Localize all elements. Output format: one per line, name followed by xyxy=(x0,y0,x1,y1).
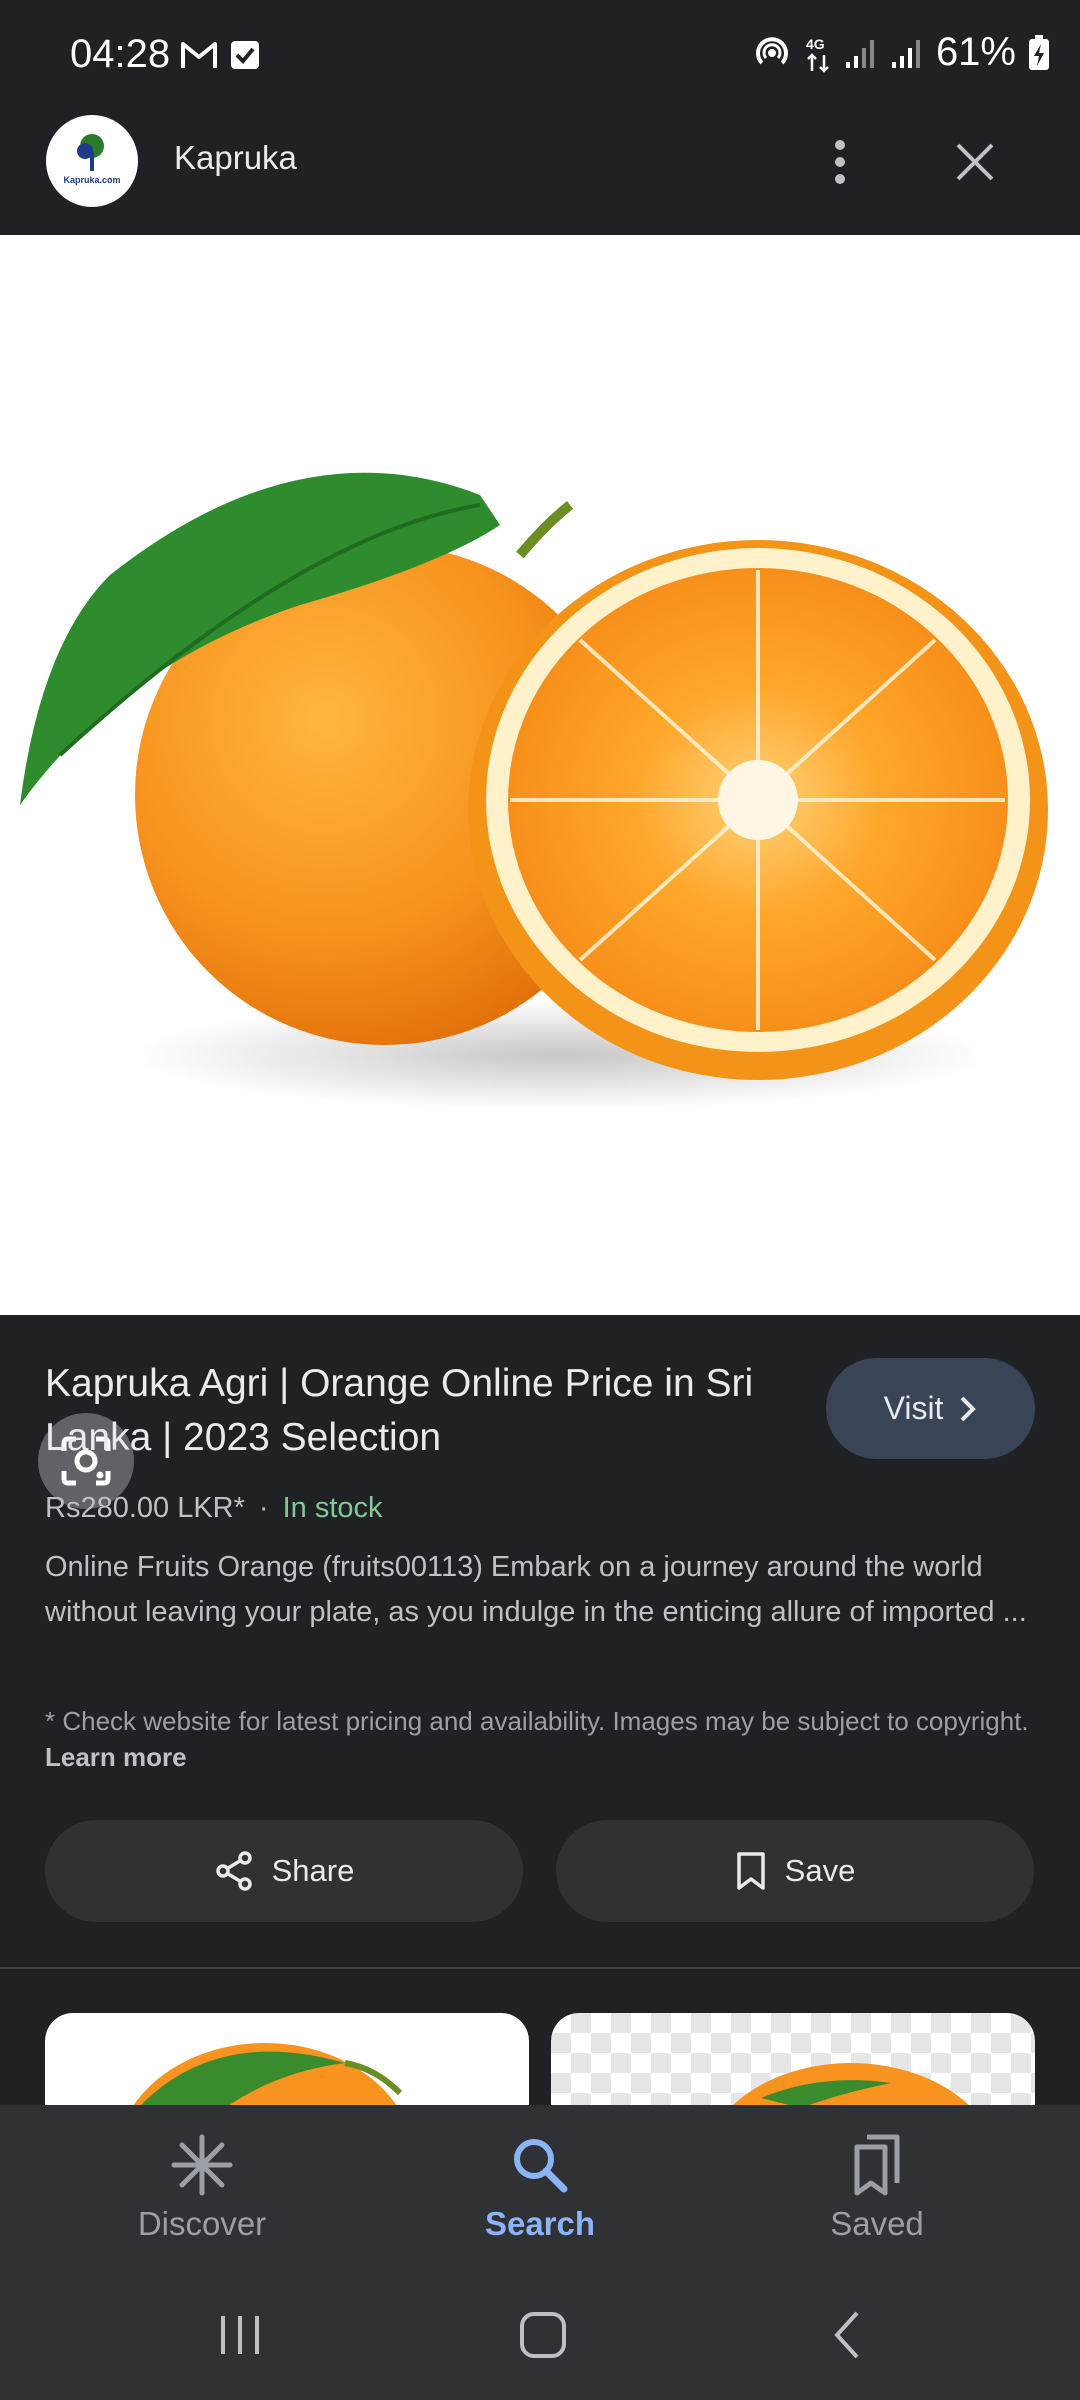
share-label: Share xyxy=(271,1853,355,1888)
visit-button[interactable]: Visit xyxy=(826,1358,1035,1459)
nav-search[interactable]: Search xyxy=(390,2105,690,2265)
pricing-note: * Check website for latest pricing and a… xyxy=(45,1703,1045,1775)
bottom-navigation: Discover Search Saved xyxy=(0,2105,1080,2265)
section-divider xyxy=(0,1967,1080,1969)
price: Rs280.00 LKR* xyxy=(45,1492,245,1524)
hotspot-icon xyxy=(755,36,788,64)
more-vert-icon xyxy=(835,140,845,184)
recent-apps-button[interactable] xyxy=(210,2305,270,2365)
learn-more-link[interactable]: Learn more xyxy=(45,1742,187,1772)
save-button[interactable]: Save xyxy=(556,1820,1034,1922)
status-bar: 04:28 4G 61% xyxy=(0,0,1080,90)
more-options-button[interactable] xyxy=(810,132,870,192)
site-logo-avatar[interactable]: Kapruka.com xyxy=(46,115,138,207)
svg-text:4G: 4G xyxy=(806,36,825,52)
status-right-icons: 4G 61% xyxy=(752,30,1050,75)
notification-icons xyxy=(180,40,260,70)
chevron-right-icon xyxy=(961,1396,977,1421)
recent-apps-icon xyxy=(221,2316,259,2354)
back-button[interactable] xyxy=(817,2305,877,2365)
back-icon xyxy=(834,2311,859,2359)
gmail-icon xyxy=(181,42,217,68)
home-icon xyxy=(520,2312,566,2358)
save-label: Save xyxy=(784,1853,856,1888)
svg-text:Kapruka.com: Kapruka.com xyxy=(63,175,120,185)
product-description: Online Fruits Orange (fruits00113) Embar… xyxy=(45,1551,1027,1628)
signal-strength-icon-1 xyxy=(845,39,874,68)
kapruka-logo-icon: Kapruka.com xyxy=(63,134,121,185)
system-navigation-bar xyxy=(0,2265,1080,2400)
nav-saved-label: Saved xyxy=(830,2205,924,2242)
product-title[interactable]: Kapruka Agri | Orange Online Price in Sr… xyxy=(45,1357,805,1465)
search-icon xyxy=(514,2139,568,2193)
saved-bookmarks-icon xyxy=(854,2134,900,2196)
close-icon xyxy=(956,143,994,181)
stock-status: In stock xyxy=(282,1492,383,1524)
price-row: Rs280.00 LKR* · In stock xyxy=(45,1492,383,1525)
product-image[interactable] xyxy=(0,235,1080,1509)
nav-discover-label: Discover xyxy=(137,2205,267,2242)
separator-dot: · xyxy=(258,1492,269,1524)
battery-percent: 61% xyxy=(935,30,1016,74)
visit-label: Visit xyxy=(883,1390,944,1426)
app-bar: Kapruka.com Kapruka xyxy=(0,90,1080,235)
signal-strength-icon-2 xyxy=(891,39,920,68)
network-4g-icon: 4G xyxy=(806,36,829,73)
pricing-note-text: * Check website for latest pricing and a… xyxy=(45,1706,1029,1736)
home-button[interactable] xyxy=(513,2305,573,2365)
nav-saved[interactable]: Saved xyxy=(727,2105,1027,2265)
battery-charging-icon xyxy=(1029,34,1049,70)
orange-fruit-image xyxy=(20,472,1048,1110)
nav-search-label: Search xyxy=(484,2205,596,2242)
share-button[interactable]: Share xyxy=(45,1820,523,1922)
bookmark-icon xyxy=(736,1852,765,1890)
close-button[interactable] xyxy=(945,132,1005,192)
discover-asterisk-icon xyxy=(171,2134,233,2196)
status-time: 04:28 xyxy=(70,32,171,76)
share-icon xyxy=(215,1851,252,1891)
site-name: Kapruka xyxy=(174,139,297,176)
nav-discover[interactable]: Discover xyxy=(52,2105,352,2265)
checkbox-notification-icon xyxy=(231,41,259,69)
